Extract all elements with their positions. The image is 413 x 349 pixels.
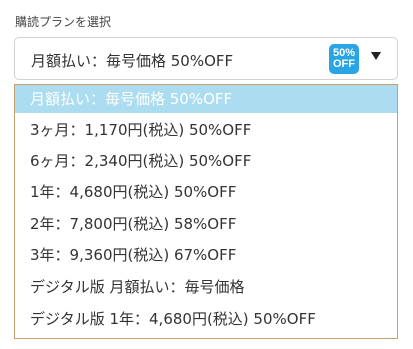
option-6-months[interactable]: 6ヶ月：2,340円(税込) 50%OFF	[15, 147, 397, 175]
select-value: 月額払い：毎号価格 50%OFF	[31, 52, 234, 70]
option-3-years[interactable]: 3年：9,360円(税込) 67%OFF	[15, 241, 397, 269]
option-digital-monthly[interactable]: デジタル版 月額払い：毎号価格	[15, 273, 397, 301]
plan-options-list: 月額払い：毎号価格 50%OFF 3ヶ月：1,170円(税込) 50%OFF 6…	[14, 84, 398, 339]
chevron-down-icon[interactable]	[371, 52, 381, 60]
plan-select[interactable]: 月額払い：毎号価格 50%OFF 50% OFF	[14, 37, 398, 80]
badge-off: OFF	[333, 58, 355, 70]
option-2-years[interactable]: 2年：7,800円(税込) 58%OFF	[15, 210, 397, 238]
discount-badge: 50% OFF	[329, 44, 359, 74]
field-label: 購読プランを選択	[15, 15, 112, 29]
option-1-year[interactable]: 1年：4,680円(税込) 50%OFF	[15, 178, 397, 206]
option-3-months[interactable]: 3ヶ月：1,170円(税込) 50%OFF	[15, 116, 397, 144]
option-monthly[interactable]: 月額払い：毎号価格 50%OFF	[15, 85, 397, 113]
option-digital-1-year[interactable]: デジタル版 1年：4,680円(税込) 50%OFF	[15, 305, 397, 333]
